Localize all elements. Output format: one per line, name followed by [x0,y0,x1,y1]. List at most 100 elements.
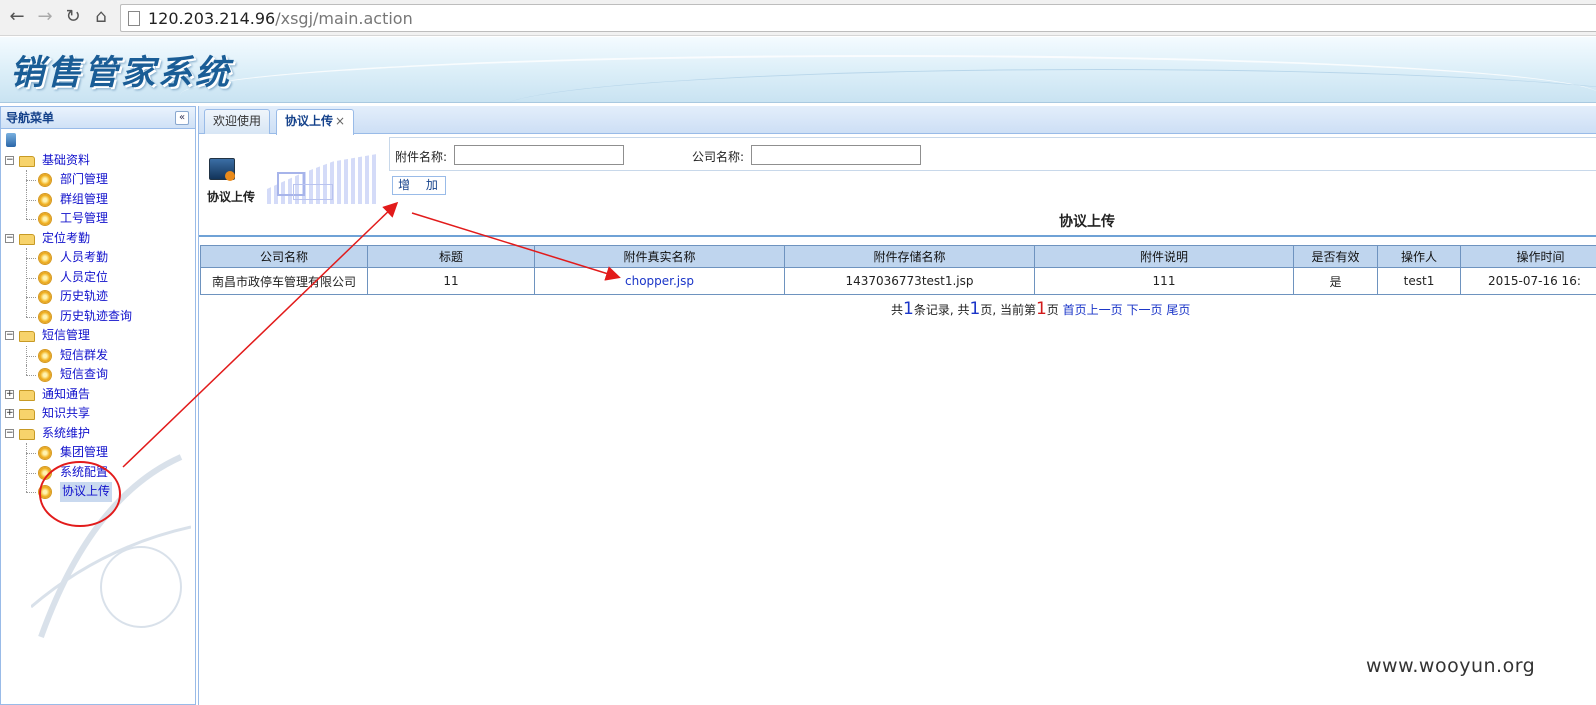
table-cell: 11 [367,267,535,295]
nav-item-label[interactable]: 集团管理 [60,443,108,463]
nav-item[interactable]: 部门管理 [1,170,195,190]
column-header: 附件真实名称 [534,245,785,268]
gear-icon [39,349,51,362]
column-header: 操作人 [1377,245,1461,268]
nav-group-label[interactable]: 基础资料 [42,151,90,171]
nav-item[interactable]: 人员考勤 [1,248,195,268]
nav-group[interactable]: − 系统维护 [1,424,195,444]
nav-item-label[interactable]: 人员定位 [60,268,108,288]
nav-item-label[interactable]: 工号管理 [60,209,108,229]
gear-icon [39,174,51,186]
prev-page-link[interactable]: 上一页 [1087,303,1123,317]
nav-item[interactable]: 短信群发 [1,345,195,366]
nav-item-label[interactable]: 短信查询 [60,365,108,385]
nav-item[interactable]: 人员定位 [1,267,195,288]
attachment-name-label: 附件名称: [395,150,448,164]
nav-item[interactable]: 系统配置 [1,462,195,483]
expand-toggle-icon[interactable]: − [5,331,14,340]
expand-toggle-icon[interactable]: − [5,155,14,165]
first-page-link[interactable]: 首页 [1063,303,1087,317]
gear-icon [39,447,51,459]
nav-item-label[interactable]: 协议上传 [60,482,113,502]
table-cell: 111 [1034,267,1294,295]
tree-line [26,258,36,259]
nav-group-label[interactable]: 定位考勤 [42,229,90,249]
main-content: 欢迎使用 协议上传 × 协议上传 附件名称: 公司名称: 增 加 协议上传 公司名… [198,106,1596,705]
tab-strip: 欢迎使用 协议上传 × [199,106,1596,135]
pagination: 共1条记录, 共1页, 当前第1页 首页上一页 下一页 尾页 [891,299,1190,319]
nav-group[interactable]: − 短信管理 [1,326,195,346]
nav-group[interactable]: − 基础资料 [1,151,195,171]
nav-group-label[interactable]: 短信管理 [42,326,90,346]
reload-icon[interactable]: ↻ [62,6,84,28]
nav-item[interactable]: 短信查询 [1,365,195,385]
collapse-button[interactable]: « [175,111,189,125]
expand-toggle-icon[interactable]: + [5,389,14,399]
table-cell: 2015-07-16 16: [1460,267,1596,295]
navigation-panel: 导航菜单 « − 基础资料 部门管理 群组管理 工号管理 − 定位考勤 人员考勤 人员定位 历史轨… [0,106,196,705]
system-title: 销售管家系统 [10,53,232,93]
forward-arrow-icon[interactable]: → [34,6,56,28]
gear-icon [39,252,51,264]
gear-icon [39,466,51,479]
tab-label: 协议上传 [285,114,334,128]
nav-item-label[interactable]: 系统配置 [60,463,108,483]
tree-line [26,482,27,492]
root-computer-icon [6,133,16,147]
tree-line [26,453,36,454]
next-page-link[interactable]: 下一页 [1126,303,1162,317]
back-arrow-icon[interactable]: ← [6,6,28,28]
section-title: 协议上传 [1059,214,1115,230]
tree-line [26,375,36,376]
home-icon[interactable]: ⌂ [90,6,112,28]
nav-item[interactable]: 历史轨迹 [1,287,195,307]
add-button[interactable]: 增 加 [392,176,446,195]
expand-toggle-icon[interactable]: − [5,233,14,243]
url-host: 120.203.214.96 [148,9,276,28]
gear-icon [39,271,51,284]
last-page-link[interactable]: 尾页 [1166,303,1190,317]
expand-toggle-icon[interactable]: − [5,428,14,438]
attachment-name-input[interactable] [454,145,624,165]
nav-item-label[interactable]: 历史轨迹查询 [60,307,132,327]
pager-text: 条记录, 共 [913,303,970,317]
nav-group[interactable]: − 定位考勤 [1,229,195,249]
address-bar[interactable]: 120.203.214.96/xsgj/main.action [120,4,1596,32]
search-form: 附件名称: 公司名称: [389,137,1596,171]
attachment-link[interactable]: chopper.jsp [534,267,785,295]
url-path: /xsgj/main.action [275,9,413,28]
expand-toggle-icon[interactable]: + [5,409,14,418]
nav-group-label[interactable]: 系统维护 [42,424,90,444]
tree-line [26,199,36,201]
nav-item[interactable]: 群组管理 [1,189,195,210]
tab-label: 欢迎使用 [213,114,262,128]
nav-group[interactable]: + 通知通告 [1,385,195,405]
nav-item[interactable]: 工号管理 [1,209,195,229]
folder-icon [19,331,35,342]
nav-group-label[interactable]: 知识共享 [42,404,90,424]
tab-welcome[interactable]: 欢迎使用 [204,109,271,134]
nav-item-label[interactable]: 短信群发 [60,346,108,366]
header-banner: 销售管家系统 [0,37,1596,103]
tree-line [26,219,36,220]
column-header: 公司名称 [200,245,368,268]
tab-agreement-upload[interactable]: 协议上传 × [276,109,355,135]
navigation-tree: − 基础资料 部门管理 群组管理 工号管理 − 定位考勤 人员考勤 人员定位 历史轨迹 历史轨迹查询… [1,151,195,502]
nav-item[interactable]: 集团管理 [1,443,195,463]
nav-item-label[interactable]: 人员考勤 [60,248,108,268]
column-header: 标题 [367,245,535,268]
nav-group-label[interactable]: 通知通告 [42,385,90,405]
nav-item[interactable]: 协议上传 [1,482,195,502]
nav-item-label[interactable]: 群组管理 [60,190,108,210]
table-cell: 是 [1293,267,1378,295]
nav-group[interactable]: + 知识共享 [1,404,195,424]
nav-item[interactable]: 历史轨迹查询 [1,306,195,327]
tree-line [26,306,27,317]
company-name-input[interactable] [751,145,921,165]
tree-line [26,355,36,357]
nav-item-label[interactable]: 历史轨迹 [60,287,108,307]
tab-close-icon[interactable]: × [335,114,345,128]
table-cell: 1437036773test1.jsp [784,267,1035,295]
tree-line [26,316,36,318]
nav-item-label[interactable]: 部门管理 [60,170,108,190]
